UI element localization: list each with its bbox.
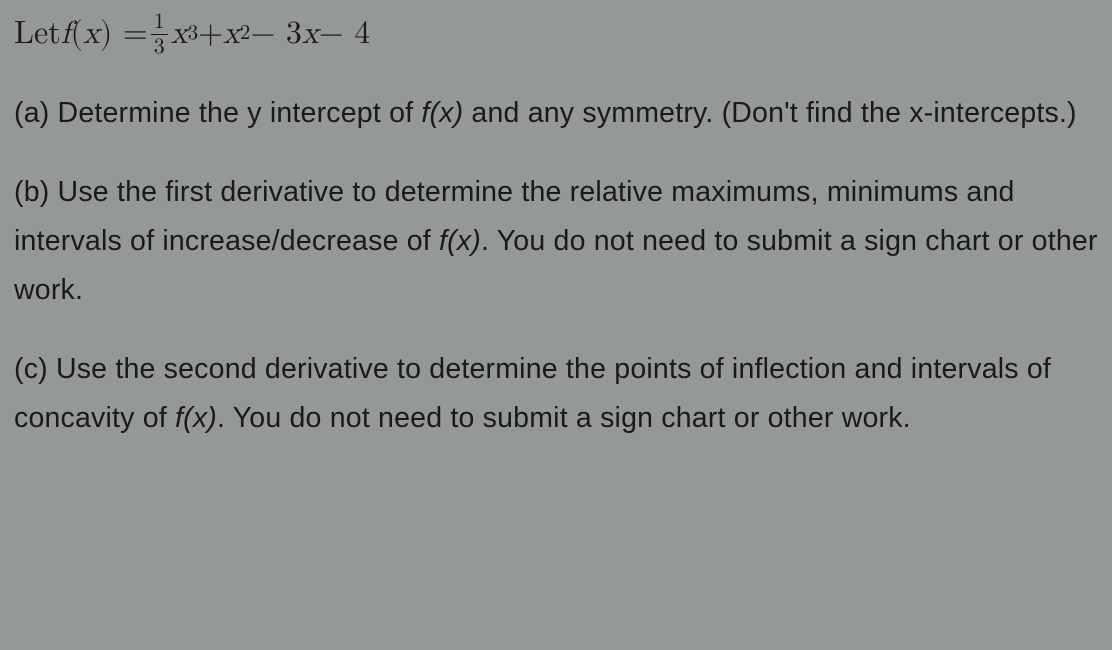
plus-sign: + <box>198 8 223 61</box>
fx-b: f(x) <box>439 225 481 257</box>
part-a-text: (a) Determine the y intercept of <box>14 97 421 129</box>
minus-4: − 4 <box>319 8 371 61</box>
term2-var: x <box>223 8 240 61</box>
part-a-after: and any symmetry. (Don't find the x-inte… <box>463 97 1076 129</box>
frac-numerator: 1 <box>151 11 168 35</box>
problem-page: Let f ( x ) = 1 3 x3 + x2 − 3 x − 4 (a) … <box>0 0 1112 481</box>
frac-denominator: 3 <box>151 35 168 58</box>
fraction-one-third: 1 3 <box>151 11 168 58</box>
lhs-close: ) = <box>100 8 148 61</box>
lhs-x: x <box>83 8 100 61</box>
part-c-after: . You do not need to submit a sign chart… <box>217 402 911 434</box>
part-a: (a) Determine the y intercept of f(x) an… <box>14 89 1098 138</box>
part-c: (c) Use the second derivative to determi… <box>14 345 1098 443</box>
minus-3x: − 3 <box>250 8 302 61</box>
lhs-open: ( <box>70 8 82 61</box>
lhs-f: f <box>61 8 71 61</box>
fx-a: f(x) <box>421 97 463 129</box>
fx-c: f(x) <box>175 402 217 434</box>
equation-line: Let f ( x ) = 1 3 x3 + x2 − 3 x − 4 <box>14 8 1098 61</box>
equation-prefix: Let <box>14 8 61 61</box>
term3-var: x <box>302 8 319 61</box>
part-b: (b) Use the first derivative to determin… <box>14 168 1098 315</box>
term1-var: x <box>171 8 188 61</box>
